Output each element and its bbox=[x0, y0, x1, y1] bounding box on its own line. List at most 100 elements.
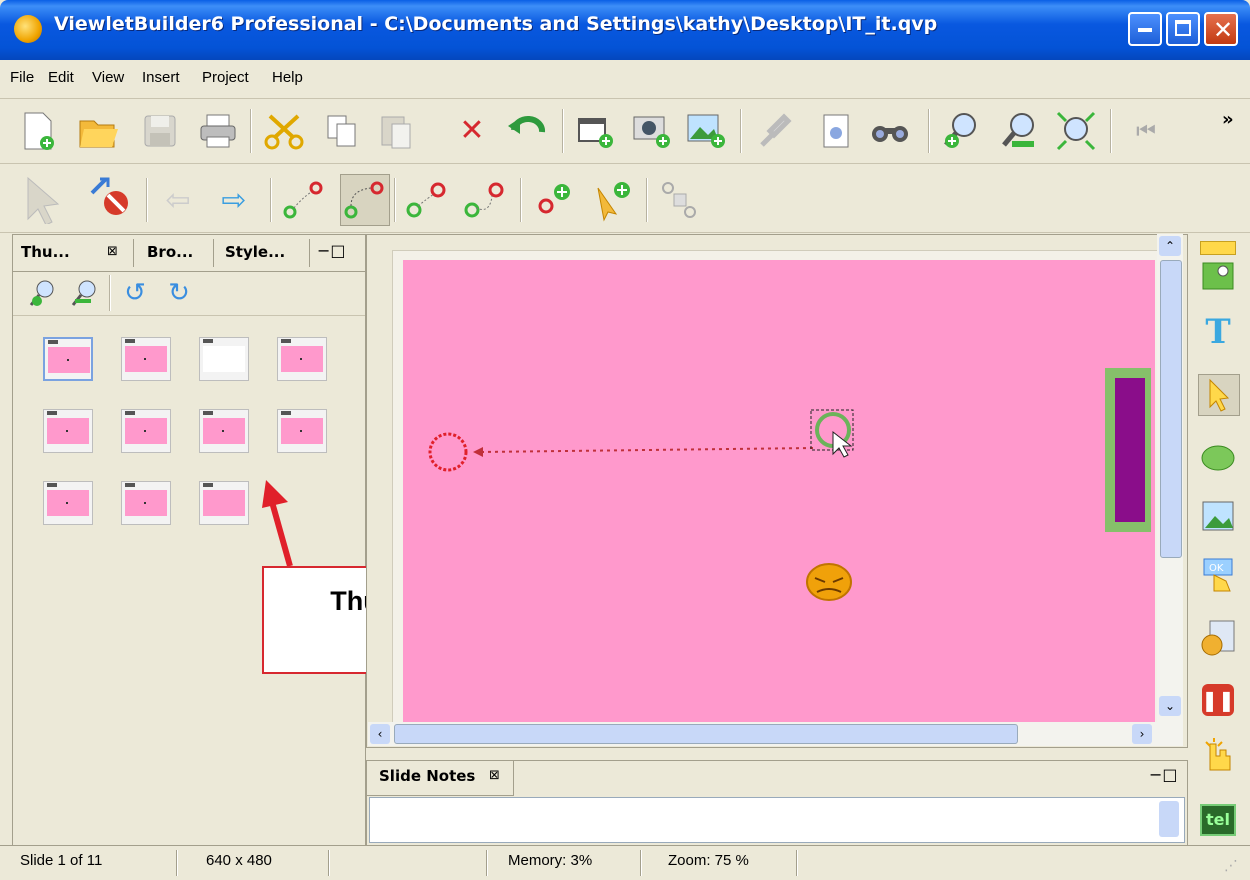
horizontal-scrollbar[interactable]: ‹ › bbox=[368, 722, 1158, 746]
zoom-in-thumb-icon[interactable] bbox=[25, 273, 61, 313]
menu-view[interactable]: View bbox=[92, 69, 124, 86]
thumbnail-slide-6[interactable] bbox=[121, 409, 171, 453]
thumbnail-slide-8[interactable] bbox=[277, 409, 327, 453]
menu-file[interactable]: File bbox=[10, 69, 34, 86]
cut-icon[interactable] bbox=[262, 109, 306, 153]
tab-browser[interactable]: Bro... bbox=[147, 243, 193, 261]
path-curve-icon[interactable] bbox=[340, 174, 390, 226]
scroll-down-icon[interactable]: ⌄ bbox=[1159, 696, 1181, 716]
first-slide-icon[interactable]: ⏮ bbox=[1124, 109, 1168, 153]
open-folder-icon[interactable] bbox=[76, 109, 120, 153]
path-loop-icon[interactable] bbox=[462, 178, 506, 222]
tab-close-icon[interactable]: ⊠ bbox=[107, 244, 118, 259]
shape-icon[interactable] bbox=[1198, 438, 1238, 478]
thumbnail-slide-7[interactable] bbox=[199, 409, 249, 453]
select-arrow-icon[interactable] bbox=[24, 176, 68, 224]
rotate-left-icon[interactable]: ↺ bbox=[117, 273, 153, 313]
toolbar-overflow-icon[interactable]: » bbox=[1222, 109, 1234, 130]
menu-insert[interactable]: Insert bbox=[142, 69, 180, 86]
pause-icon[interactable]: ❚❚ bbox=[1198, 680, 1238, 720]
path-toolbar: ⇦ ⇨ bbox=[0, 164, 1250, 233]
menu-help[interactable]: Help bbox=[272, 69, 303, 86]
close-button[interactable]: ✕ bbox=[1204, 12, 1238, 46]
thumb-toolbar: ↺ ↻ bbox=[13, 273, 365, 316]
panel-window-buttons[interactable]: −□ bbox=[317, 241, 346, 260]
picture-icon[interactable] bbox=[1198, 496, 1238, 536]
add-image-icon[interactable] bbox=[684, 109, 728, 153]
zoom-out-thumb-icon[interactable] bbox=[67, 273, 103, 313]
undo-icon[interactable] bbox=[506, 109, 550, 153]
menu-edit[interactable]: Edit bbox=[48, 69, 74, 86]
add-slide-icon[interactable] bbox=[574, 109, 618, 153]
new-slide-icon[interactable] bbox=[16, 109, 60, 153]
scroll-right-icon[interactable]: › bbox=[1132, 724, 1152, 744]
preview-icon[interactable] bbox=[814, 109, 858, 153]
image-box-icon[interactable] bbox=[1198, 256, 1238, 296]
paste-icon[interactable] bbox=[374, 109, 418, 153]
thumbnail-slide-9[interactable] bbox=[43, 481, 93, 525]
vertical-scrollbar[interactable]: ⌃ ⌄ bbox=[1157, 234, 1183, 746]
zoom-fit-icon[interactable] bbox=[1054, 109, 1098, 153]
window-title: ViewletBuilder6 Professional - C:\Docume… bbox=[54, 13, 938, 35]
path-icon[interactable] bbox=[282, 178, 326, 222]
notes-window-buttons[interactable]: −□ bbox=[1149, 765, 1178, 784]
tab-styles[interactable]: Style... bbox=[225, 243, 285, 261]
path-disabled-icon[interactable] bbox=[658, 178, 702, 222]
zoom-in-icon[interactable] bbox=[940, 109, 984, 153]
back-icon[interactable]: ⇦ bbox=[156, 178, 200, 222]
main-toolbar: ✕ ⏮ » bbox=[0, 99, 1250, 164]
status-slide: Slide 1 of 11 bbox=[20, 852, 103, 869]
thumbnail-slide-11[interactable] bbox=[199, 481, 249, 525]
no-transition-icon[interactable] bbox=[88, 174, 132, 218]
delete-icon[interactable]: ✕ bbox=[450, 109, 494, 153]
thumbnail-slide-5[interactable] bbox=[43, 409, 93, 453]
binoculars-icon[interactable] bbox=[868, 109, 912, 153]
slide-notes-panel: Slide Notes ⊠ −□ bbox=[366, 760, 1188, 846]
ok-button-icon[interactable]: OK bbox=[1198, 556, 1238, 596]
thumbnail-slide-3[interactable] bbox=[199, 337, 249, 381]
thumbnails-panel: Thu... ⊠ Bro... Style... −□ ↺ ↻ bbox=[12, 234, 366, 846]
forward-icon[interactable]: ⇨ bbox=[212, 178, 256, 222]
vertical-scroll-thumb[interactable] bbox=[1160, 260, 1182, 558]
rotate-right-icon[interactable]: ↻ bbox=[161, 273, 197, 313]
horizontal-scroll-thumb[interactable] bbox=[394, 724, 1018, 744]
print-icon[interactable] bbox=[196, 109, 240, 153]
zoom-out-icon[interactable] bbox=[998, 109, 1042, 153]
add-point-icon[interactable] bbox=[532, 178, 576, 222]
slide-notes-title[interactable]: Slide Notes bbox=[379, 767, 475, 785]
thumbnail-slide-10[interactable] bbox=[121, 481, 171, 525]
menu-project[interactable]: Project bbox=[202, 69, 249, 86]
svg-text:OK: OK bbox=[1209, 563, 1224, 574]
resize-grip-icon[interactable]: ⋰ bbox=[1224, 858, 1238, 874]
media-icon[interactable] bbox=[1198, 618, 1238, 658]
status-memory: Memory: 3% bbox=[508, 852, 593, 869]
pointer-icon[interactable] bbox=[1198, 374, 1240, 416]
path-ease-icon[interactable] bbox=[404, 178, 448, 222]
status-bar: Slide 1 of 11 640 x 480 Memory: 3% Zoom:… bbox=[0, 845, 1250, 880]
add-pointer-icon[interactable] bbox=[590, 178, 634, 222]
thumbnail-slide-4[interactable] bbox=[277, 337, 327, 381]
click-hand-icon[interactable] bbox=[1198, 738, 1238, 778]
capture-icon[interactable] bbox=[630, 109, 674, 153]
notes-spinner[interactable] bbox=[1159, 801, 1179, 837]
text-icon[interactable]: T bbox=[1198, 312, 1238, 352]
panel-tabs: Thu... ⊠ Bro... Style... −□ bbox=[13, 235, 365, 272]
minimize-button[interactable] bbox=[1128, 12, 1162, 46]
tel-icon[interactable]: tel bbox=[1198, 800, 1238, 840]
slide-notes-input[interactable] bbox=[369, 797, 1185, 843]
status-zoom: Zoom: 75 % bbox=[668, 852, 749, 869]
brush-icon[interactable] bbox=[752, 109, 796, 153]
menu-bar: File Edit View Insert Project Help bbox=[0, 60, 1250, 99]
copy-icon[interactable] bbox=[320, 109, 364, 153]
thumbnail-slide-2[interactable] bbox=[121, 337, 171, 381]
slide-notes-close-icon[interactable]: ⊠ bbox=[489, 768, 500, 783]
object-toolbar: T OK ❚❚ tel bbox=[1188, 234, 1250, 844]
save-icon[interactable] bbox=[138, 109, 182, 153]
tab-thumbnails[interactable]: Thu... bbox=[21, 243, 70, 261]
title-bar: ViewletBuilder6 Professional - C:\Docume… bbox=[0, 0, 1250, 60]
thumbnail-slide-1[interactable] bbox=[43, 337, 93, 381]
scroll-up-icon[interactable]: ⌃ bbox=[1159, 236, 1181, 256]
slide-stage[interactable] bbox=[403, 260, 1155, 722]
maximize-button[interactable] bbox=[1166, 12, 1200, 46]
scroll-left-icon[interactable]: ‹ bbox=[370, 724, 390, 744]
